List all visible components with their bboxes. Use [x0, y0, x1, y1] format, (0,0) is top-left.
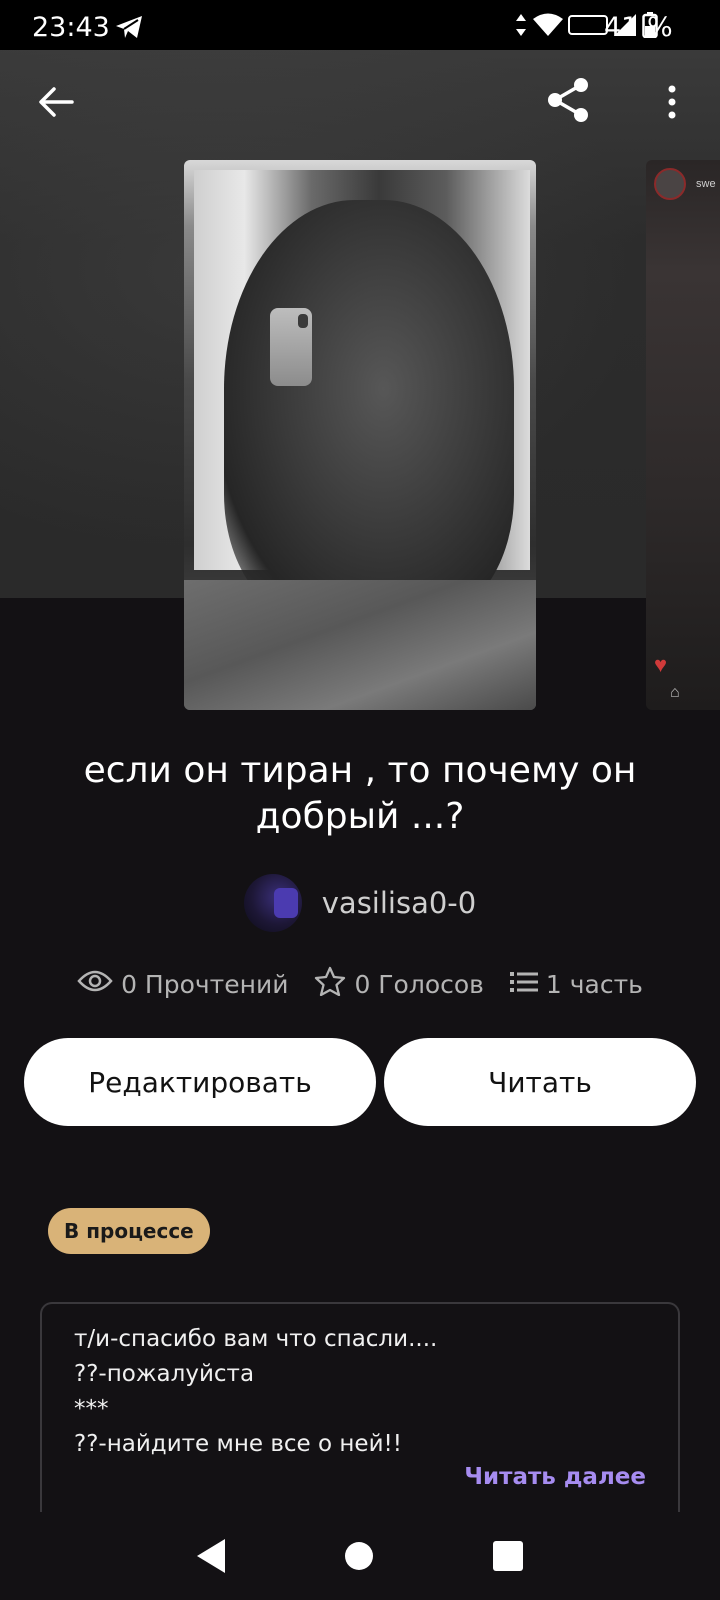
- list-icon: [509, 970, 538, 999]
- cover-phone: [270, 308, 312, 386]
- description-line: ??-найдите мне все о ней!!: [74, 1431, 402, 1457]
- volte-icon: [568, 14, 608, 41]
- home-icon: ⌂: [670, 684, 680, 701]
- status-badge: В процессе: [48, 1208, 210, 1254]
- eye-icon: [77, 969, 113, 999]
- status-time: 23:43: [32, 12, 110, 43]
- next-story-cover[interactable]: swe ♥ ⌂: [646, 160, 720, 710]
- share-button[interactable]: [538, 74, 598, 130]
- read-more-link[interactable]: Читать далее: [464, 1464, 646, 1490]
- read-button[interactable]: Читать: [384, 1038, 696, 1126]
- story-cover-image[interactable]: [184, 160, 536, 710]
- votes-stat: 0 Голосов: [314, 966, 484, 1002]
- cover-blanket: [184, 580, 536, 710]
- edit-button[interactable]: Редактировать: [24, 1038, 376, 1126]
- parts-stat: 1 часть: [509, 969, 643, 999]
- avatar[interactable]: [243, 874, 302, 932]
- cover-figures: [224, 200, 514, 620]
- system-nav-bar: [0, 1512, 720, 1600]
- parts-count: 1 часть: [545, 969, 643, 999]
- description-line: ***: [74, 1396, 109, 1422]
- story-title: если он тиран , то почему он добрый ...?: [83, 750, 637, 837]
- star-icon: [314, 966, 346, 1002]
- back-button[interactable]: [28, 78, 84, 130]
- next-cover-label: swe: [696, 178, 716, 190]
- battery-percent: 41 %: [604, 12, 673, 43]
- status-bar: 23:43 41 %: [0, 0, 720, 50]
- nav-back-icon[interactable]: [197, 1539, 225, 1573]
- reads-count: 0 Прочтений: [121, 969, 289, 999]
- data-arrows-icon: [514, 12, 528, 43]
- wifi-icon: [532, 12, 564, 43]
- votes-count: 0 Голосов: [354, 969, 484, 999]
- description-line: т/и-спасибо вам что спасли....: [74, 1326, 438, 1352]
- description-line: ??-пожалуйста: [74, 1361, 255, 1387]
- telegram-icon: [114, 14, 144, 45]
- author-name[interactable]: vasilisa0-0: [322, 886, 476, 920]
- more-vertical-icon: [666, 84, 678, 125]
- arrow-left-icon: [38, 86, 74, 123]
- reads-stat: 0 Прочтений: [77, 969, 288, 999]
- nav-recents-icon[interactable]: [493, 1541, 523, 1571]
- next-cover-avatar: [654, 168, 686, 200]
- heart-icon: ♥: [654, 652, 668, 677]
- nav-home-icon[interactable]: [345, 1542, 373, 1570]
- story-stats: 0 Прочтений 0 Голосов 1 часть: [0, 966, 720, 1002]
- story-description[interactable]: т/и-спасибо вам что спасли.... ??-пожалу…: [40, 1302, 680, 1512]
- more-options-button[interactable]: [648, 78, 696, 130]
- share-icon: [543, 75, 593, 130]
- author-row[interactable]: vasilisa0-0: [0, 874, 720, 932]
